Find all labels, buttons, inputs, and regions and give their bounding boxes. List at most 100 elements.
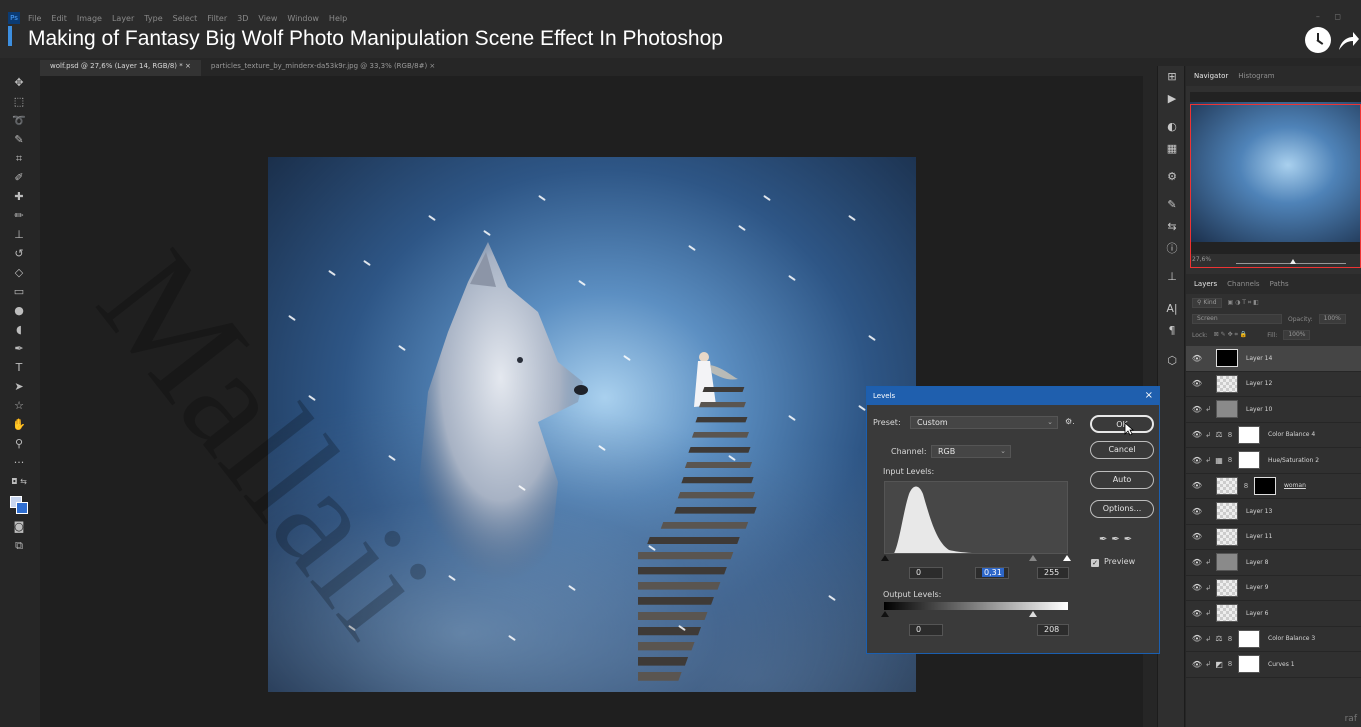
layer-row[interactable]: 👁︎ Layer 11 xyxy=(1186,525,1361,550)
layer-name[interactable]: Curves 1 xyxy=(1268,661,1295,668)
layer-thumbnail[interactable] xyxy=(1216,502,1238,521)
preview-checkbox[interactable]: ✓ xyxy=(1091,559,1099,567)
visibility-eye-icon[interactable]: 👁︎ xyxy=(1190,405,1204,414)
layer-row[interactable]: 👁︎ ↲ ▦ 8 Hue/Saturation 2 xyxy=(1186,448,1361,474)
layer-name[interactable]: Layer 6 xyxy=(1246,610,1268,617)
menu-item-type[interactable]: Type xyxy=(144,14,162,23)
tab-paths[interactable]: Paths xyxy=(1270,280,1289,288)
history-brush-tool-icon[interactable]: ↺ xyxy=(8,245,30,262)
visibility-eye-icon[interactable]: 👁︎ xyxy=(1190,379,1204,388)
input-white-slider[interactable] xyxy=(1063,555,1071,561)
watch-later-icon[interactable] xyxy=(1305,27,1331,53)
layer-thumbnail[interactable] xyxy=(1216,374,1238,393)
layer-name[interactable]: Layer 10 xyxy=(1246,406,1272,413)
output-white-field[interactable]: 208 xyxy=(1037,624,1069,636)
close-tab-icon[interactable]: × xyxy=(183,62,191,70)
input-black-field[interactable]: 0 xyxy=(909,567,943,579)
visibility-eye-icon[interactable]: 👁︎ xyxy=(1190,558,1204,567)
layer-row[interactable]: 👁︎ Layer 13 xyxy=(1186,499,1361,525)
swap-colors-icon[interactable]: ◘ ⇆ xyxy=(8,473,30,490)
type-tool-icon[interactable]: T xyxy=(8,359,30,376)
marquee-tool-icon[interactable]: ⬚ xyxy=(8,93,30,110)
cancel-button[interactable]: Cancel xyxy=(1090,441,1154,459)
preset-options-gear-icon[interactable]: ⚙. xyxy=(1065,417,1075,426)
layer-thumbnail[interactable] xyxy=(1216,578,1238,597)
document-canvas[interactable] xyxy=(268,157,916,692)
mask-link-icon[interactable]: 8 xyxy=(1226,456,1234,464)
layer-name[interactable]: woman xyxy=(1284,482,1306,489)
menu-item-filter[interactable]: Filter xyxy=(207,14,227,23)
layer-thumbnail[interactable] xyxy=(1238,629,1260,648)
visibility-eye-icon[interactable]: 👁︎ xyxy=(1190,354,1204,363)
layer-name[interactable]: Layer 8 xyxy=(1246,559,1268,566)
opacity-field[interactable]: 100% xyxy=(1318,314,1346,324)
layer-row[interactable]: 👁︎ Layer 14 xyxy=(1186,346,1361,372)
mask-link-icon[interactable]: 8 xyxy=(1226,660,1234,668)
crop-tool-icon[interactable]: ⌗ xyxy=(8,150,30,167)
actions-play-icon[interactable]: ▶ xyxy=(1158,88,1186,110)
document-tab[interactable]: particles_texture_by_minderx-da53k9r.jpg… xyxy=(201,60,445,76)
visibility-eye-icon[interactable]: 👁︎ xyxy=(1190,583,1204,592)
mask-link-icon[interactable]: 8 xyxy=(1226,635,1234,643)
window-controls[interactable]: – ◻ xyxy=(1316,12,1347,21)
pen-tool-icon[interactable]: ✒ xyxy=(8,340,30,357)
auto-button[interactable]: Auto xyxy=(1090,471,1154,489)
zoom-tool-icon[interactable]: ⚲ xyxy=(8,435,30,452)
layer-thumbnail[interactable] xyxy=(1216,527,1238,546)
preset-select[interactable]: Custom ⌄ xyxy=(910,416,1058,429)
gradient-tool-icon[interactable]: ▭ xyxy=(8,283,30,300)
adjustments-panel-icon[interactable]: ◐ xyxy=(1158,116,1186,138)
options-button[interactable]: Options... xyxy=(1090,500,1154,518)
menu-item-select[interactable]: Select xyxy=(173,14,198,23)
eraser-tool-icon[interactable]: ◇ xyxy=(8,264,30,281)
mask-link-icon[interactable]: 8 xyxy=(1242,482,1250,490)
layer-name[interactable]: Hue/Saturation 2 xyxy=(1268,457,1319,464)
share-icon[interactable] xyxy=(1337,31,1359,51)
layer-row[interactable]: 👁︎ ↲ ⚖ 8 Color Balance 4 xyxy=(1186,423,1361,448)
ok-button[interactable]: OK xyxy=(1090,415,1154,433)
layer-thumbnail[interactable] xyxy=(1216,553,1238,572)
3d-panel-icon[interactable]: ⬡ xyxy=(1158,350,1186,372)
menu-item-help[interactable]: Help xyxy=(329,14,347,23)
healing-tool-icon[interactable]: ✚ xyxy=(8,188,30,205)
close-icon[interactable]: × xyxy=(1145,387,1153,405)
hand-tool-icon[interactable]: ✋ xyxy=(8,416,30,433)
layer-row[interactable]: 👁︎ 8 woman xyxy=(1186,474,1361,499)
path-select-tool-icon[interactable]: ➤ xyxy=(8,378,30,395)
brush-settings-icon[interactable]: ✎ xyxy=(1158,194,1186,216)
visibility-eye-icon[interactable]: 👁︎ xyxy=(1190,430,1204,439)
shape-tool-icon[interactable]: ☆ xyxy=(8,397,30,414)
output-black-slider[interactable] xyxy=(881,611,889,617)
zoom-value[interactable]: 27,6% xyxy=(1192,256,1211,263)
tab-histogram[interactable]: Histogram xyxy=(1238,72,1274,80)
document-tab[interactable]: wolf.psd @ 27,6% (Layer 14, RGB/8) * × xyxy=(40,60,201,76)
layer-thumbnail[interactable] xyxy=(1216,604,1238,623)
layer-name[interactable]: Color Balance 3 xyxy=(1268,635,1315,642)
menu-item-file[interactable]: File xyxy=(28,14,41,23)
output-black-field[interactable]: 0 xyxy=(909,624,943,636)
fill-field[interactable]: 100% xyxy=(1283,330,1311,340)
character-panel-icon[interactable]: A| xyxy=(1158,298,1186,320)
layer-name[interactable]: Layer 9 xyxy=(1246,584,1268,591)
menu-item-view[interactable]: View xyxy=(258,14,277,23)
visibility-eye-icon[interactable]: 👁︎ xyxy=(1190,634,1204,643)
navigator-preview[interactable] xyxy=(1190,92,1361,254)
layer-row[interactable]: 👁︎ ↲ ⚖ 8 Color Balance 3 xyxy=(1186,627,1361,652)
blur-tool-icon[interactable]: ● xyxy=(8,302,30,319)
dodge-tool-icon[interactable]: ◖ xyxy=(8,321,30,338)
lasso-tool-icon[interactable]: ➰ xyxy=(8,112,30,129)
blend-mode-select[interactable]: Screen xyxy=(1192,314,1282,324)
history-panel-icon[interactable]: ⊞ xyxy=(1158,66,1186,88)
color-swatches[interactable] xyxy=(8,494,30,516)
move-tool-icon[interactable]: ✥ xyxy=(8,74,30,91)
layer-name[interactable]: Layer 11 xyxy=(1246,533,1272,540)
visibility-eye-icon[interactable]: 👁︎ xyxy=(1190,609,1204,618)
output-white-slider[interactable] xyxy=(1029,611,1037,617)
eyedropper-tool-icon[interactable]: ✐ xyxy=(8,169,30,186)
layer-name[interactable]: Layer 14 xyxy=(1246,355,1272,362)
visibility-eye-icon[interactable]: 👁︎ xyxy=(1190,532,1204,541)
menu-item-window[interactable]: Window xyxy=(287,14,319,23)
layer-row[interactable]: 👁︎ ↲ Layer 10 xyxy=(1186,397,1361,423)
stamp-tool-icon[interactable]: ⊥ xyxy=(8,226,30,243)
clone-source-icon[interactable]: ⇆ xyxy=(1158,216,1186,238)
